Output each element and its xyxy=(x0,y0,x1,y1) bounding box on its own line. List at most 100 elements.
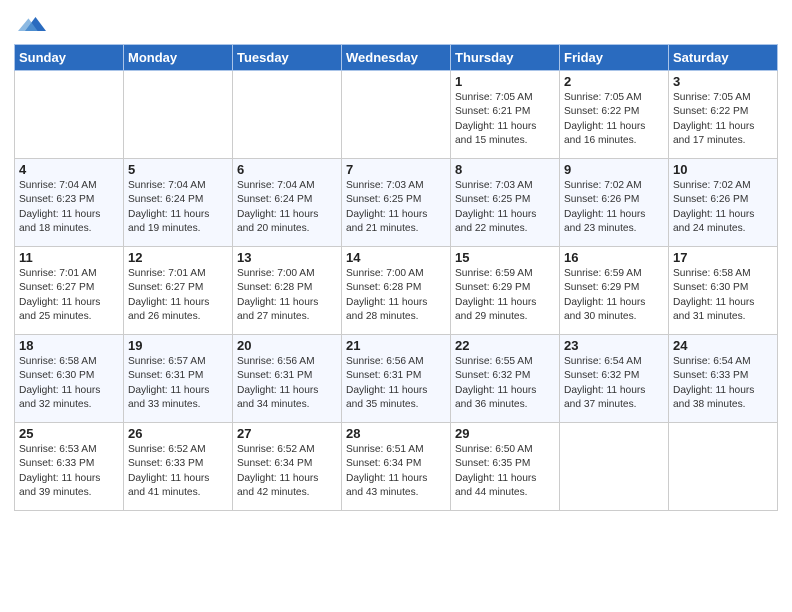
calendar-cell xyxy=(233,71,342,159)
calendar-cell: 4 Sunrise: 7:04 AM Sunset: 6:23 PM Daylig… xyxy=(15,159,124,247)
day-number: 5 xyxy=(128,162,228,177)
calendar-week-row: 4 Sunrise: 7:04 AM Sunset: 6:23 PM Daylig… xyxy=(15,159,778,247)
day-number: 3 xyxy=(673,74,773,89)
day-number: 24 xyxy=(673,338,773,353)
day-number: 21 xyxy=(346,338,446,353)
calendar-cell: 16 Sunrise: 6:59 AM Sunset: 6:29 PM Dayli… xyxy=(560,247,669,335)
day-info: Sunrise: 7:01 AM Sunset: 6:27 PM Dayligh… xyxy=(128,267,228,324)
day-info: Sunrise: 6:54 AM Sunset: 6:32 PM Dayligh… xyxy=(564,355,664,412)
calendar-cell: 22 Sunrise: 6:55 AM Sunset: 6:32 PM Dayli… xyxy=(451,335,560,423)
day-info: Sunrise: 6:50 AM Sunset: 6:35 PM Dayligh… xyxy=(455,443,555,500)
day-info: Sunrise: 6:56 AM Sunset: 6:31 PM Dayligh… xyxy=(346,355,446,412)
day-number: 10 xyxy=(673,162,773,177)
day-info: Sunrise: 6:53 AM Sunset: 6:33 PM Dayligh… xyxy=(19,443,119,500)
day-number: 11 xyxy=(19,250,119,265)
day-number: 14 xyxy=(346,250,446,265)
calendar-cell: 27Sunrise: 6:52 AM Sunset: 6:34 PM Dayli… xyxy=(233,423,342,511)
day-number: 13 xyxy=(237,250,337,265)
day-number: 15 xyxy=(455,250,555,265)
day-info: Sunrise: 7:03 AM Sunset: 6:25 PM Dayligh… xyxy=(346,179,446,236)
day-info: Sunrise: 6:59 AM Sunset: 6:29 PM Dayligh… xyxy=(455,267,555,324)
calendar-cell: 20 Sunrise: 6:56 AM Sunset: 6:31 PM Dayli… xyxy=(233,335,342,423)
day-number: 1 xyxy=(455,74,555,89)
day-number: 17 xyxy=(673,250,773,265)
day-number: 20 xyxy=(237,338,337,353)
calendar-cell: 9 Sunrise: 7:02 AM Sunset: 6:26 PM Daylig… xyxy=(560,159,669,247)
calendar-cell xyxy=(15,71,124,159)
day-info: Sunrise: 7:05 AM Sunset: 6:21 PM Dayligh… xyxy=(455,91,555,148)
calendar-cell: 24 Sunrise: 6:54 AM Sunset: 6:33 PM Dayli… xyxy=(669,335,778,423)
calendar-cell xyxy=(669,423,778,511)
day-number: 22 xyxy=(455,338,555,353)
day-number: 19 xyxy=(128,338,228,353)
day-number: 12 xyxy=(128,250,228,265)
day-info: Sunrise: 7:05 AM Sunset: 6:22 PM Dayligh… xyxy=(673,91,773,148)
day-info: Sunrise: 6:57 AM Sunset: 6:31 PM Dayligh… xyxy=(128,355,228,412)
day-number: 4 xyxy=(19,162,119,177)
calendar-cell: 10 Sunrise: 7:02 AM Sunset: 6:26 PM Dayli… xyxy=(669,159,778,247)
calendar-week-row: 25 Sunrise: 6:53 AM Sunset: 6:33 PM Dayli… xyxy=(15,423,778,511)
calendar-cell: 19 Sunrise: 6:57 AM Sunset: 6:31 PM Dayli… xyxy=(124,335,233,423)
calendar-cell: 8 Sunrise: 7:03 AM Sunset: 6:25 PM Daylig… xyxy=(451,159,560,247)
day-info: Sunrise: 7:04 AM Sunset: 6:23 PM Dayligh… xyxy=(19,179,119,236)
day-info: Sunrise: 7:03 AM Sunset: 6:25 PM Dayligh… xyxy=(455,179,555,236)
calendar-cell: 11Sunrise: 7:01 AM Sunset: 6:27 PM Dayli… xyxy=(15,247,124,335)
weekday-header-monday: Monday xyxy=(124,45,233,71)
calendar-week-row: 1 Sunrise: 7:05 AM Sunset: 6:21 PM Daylig… xyxy=(15,71,778,159)
weekday-header-wednesday: Wednesday xyxy=(342,45,451,71)
day-info: Sunrise: 6:56 AM Sunset: 6:31 PM Dayligh… xyxy=(237,355,337,412)
day-number: 26 xyxy=(128,426,228,441)
calendar-cell xyxy=(560,423,669,511)
page-header xyxy=(14,10,778,38)
day-number: 25 xyxy=(19,426,119,441)
day-number: 18 xyxy=(19,338,119,353)
day-info: Sunrise: 7:02 AM Sunset: 6:26 PM Dayligh… xyxy=(564,179,664,236)
weekday-header-thursday: Thursday xyxy=(451,45,560,71)
weekday-header-tuesday: Tuesday xyxy=(233,45,342,71)
day-info: Sunrise: 6:52 AM Sunset: 6:33 PM Dayligh… xyxy=(128,443,228,500)
calendar-cell: 28 Sunrise: 6:51 AM Sunset: 6:34 PM Dayli… xyxy=(342,423,451,511)
calendar-cell xyxy=(342,71,451,159)
calendar-cell: 17 Sunrise: 6:58 AM Sunset: 6:30 PM Dayli… xyxy=(669,247,778,335)
calendar-cell xyxy=(124,71,233,159)
calendar-page: SundayMondayTuesdayWednesdayThursdayFrid… xyxy=(0,0,792,612)
logo-icon xyxy=(18,10,46,38)
calendar-cell: 1 Sunrise: 7:05 AM Sunset: 6:21 PM Daylig… xyxy=(451,71,560,159)
calendar-table: SundayMondayTuesdayWednesdayThursdayFrid… xyxy=(14,44,778,511)
calendar-cell: 15 Sunrise: 6:59 AM Sunset: 6:29 PM Dayli… xyxy=(451,247,560,335)
calendar-week-row: 18 Sunrise: 6:58 AM Sunset: 6:30 PM Dayli… xyxy=(15,335,778,423)
day-number: 2 xyxy=(564,74,664,89)
calendar-cell: 7 Sunrise: 7:03 AM Sunset: 6:25 PM Daylig… xyxy=(342,159,451,247)
calendar-cell: 12 Sunrise: 7:01 AM Sunset: 6:27 PM Dayli… xyxy=(124,247,233,335)
calendar-cell: 26 Sunrise: 6:52 AM Sunset: 6:33 PM Dayli… xyxy=(124,423,233,511)
day-number: 7 xyxy=(346,162,446,177)
day-info: Sunrise: 7:05 AM Sunset: 6:22 PM Dayligh… xyxy=(564,91,664,148)
day-info: Sunrise: 6:55 AM Sunset: 6:32 PM Dayligh… xyxy=(455,355,555,412)
day-info: Sunrise: 6:58 AM Sunset: 6:30 PM Dayligh… xyxy=(673,267,773,324)
calendar-cell: 3 Sunrise: 7:05 AM Sunset: 6:22 PM Daylig… xyxy=(669,71,778,159)
day-info: Sunrise: 7:04 AM Sunset: 6:24 PM Dayligh… xyxy=(128,179,228,236)
day-number: 28 xyxy=(346,426,446,441)
calendar-cell: 23 Sunrise: 6:54 AM Sunset: 6:32 PM Dayli… xyxy=(560,335,669,423)
day-number: 27 xyxy=(237,426,337,441)
calendar-cell: 29 Sunrise: 6:50 AM Sunset: 6:35 PM Dayli… xyxy=(451,423,560,511)
calendar-cell: 2 Sunrise: 7:05 AM Sunset: 6:22 PM Daylig… xyxy=(560,71,669,159)
day-number: 23 xyxy=(564,338,664,353)
calendar-cell: 25 Sunrise: 6:53 AM Sunset: 6:33 PM Dayli… xyxy=(15,423,124,511)
weekday-header-sunday: Sunday xyxy=(15,45,124,71)
calendar-cell: 5 Sunrise: 7:04 AM Sunset: 6:24 PM Daylig… xyxy=(124,159,233,247)
day-info: Sunrise: 6:51 AM Sunset: 6:34 PM Dayligh… xyxy=(346,443,446,500)
calendar-cell: 13Sunrise: 7:00 AM Sunset: 6:28 PM Dayli… xyxy=(233,247,342,335)
day-number: 16 xyxy=(564,250,664,265)
day-number: 8 xyxy=(455,162,555,177)
calendar-cell: 6Sunrise: 7:04 AM Sunset: 6:24 PM Daylig… xyxy=(233,159,342,247)
day-info: Sunrise: 6:59 AM Sunset: 6:29 PM Dayligh… xyxy=(564,267,664,324)
day-number: 29 xyxy=(455,426,555,441)
day-info: Sunrise: 6:58 AM Sunset: 6:30 PM Dayligh… xyxy=(19,355,119,412)
calendar-cell: 14Sunrise: 7:00 AM Sunset: 6:28 PM Dayli… xyxy=(342,247,451,335)
day-number: 9 xyxy=(564,162,664,177)
day-info: Sunrise: 7:02 AM Sunset: 6:26 PM Dayligh… xyxy=(673,179,773,236)
calendar-cell: 21 Sunrise: 6:56 AM Sunset: 6:31 PM Dayli… xyxy=(342,335,451,423)
day-info: Sunrise: 6:54 AM Sunset: 6:33 PM Dayligh… xyxy=(673,355,773,412)
weekday-header-friday: Friday xyxy=(560,45,669,71)
